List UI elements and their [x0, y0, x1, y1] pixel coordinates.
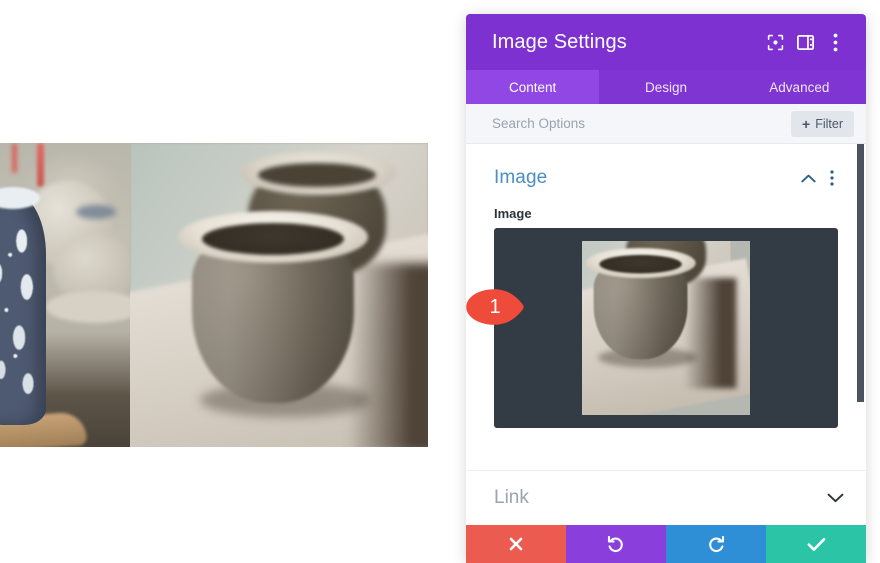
layout-view-icon[interactable]	[790, 27, 820, 57]
tab-advanced[interactable]: Advanced	[733, 70, 866, 104]
more-options-icon[interactable]	[820, 27, 850, 57]
section-title-image: Image	[494, 167, 548, 188]
screen: Image Settings Content Design Advanced S…	[0, 0, 880, 563]
panel-title: Image Settings	[492, 30, 627, 53]
filter-button-label: Filter	[815, 116, 843, 131]
panel-scrollbar[interactable]	[856, 144, 864, 470]
cancel-button[interactable]	[466, 525, 566, 563]
chevron-up-icon[interactable]	[796, 166, 820, 190]
section-title-link: Link	[494, 487, 529, 508]
search-bar: + Filter	[466, 104, 866, 144]
panel-action-bar	[466, 525, 866, 563]
section-image-header: Image	[466, 144, 866, 190]
options-scroll-area: Image Image 1	[466, 144, 866, 470]
search-input[interactable]	[492, 116, 792, 131]
callout-badge-label: 1	[489, 295, 501, 318]
panel-tabs: Content Design Advanced	[466, 70, 866, 104]
callout-badge-1: 1	[466, 288, 526, 326]
check-icon	[807, 537, 825, 551]
more-options-icon[interactable]	[820, 166, 844, 190]
save-button[interactable]	[766, 525, 866, 563]
image-upload-dropzone[interactable]: 1	[466, 228, 838, 428]
field-label-image: Image	[494, 206, 532, 221]
redo-icon	[709, 535, 725, 553]
panel-body: Image Image 1	[466, 144, 866, 470]
photo-clay-pots	[130, 143, 428, 447]
photo-detail	[258, 163, 376, 187]
image-settings-panel: Image Settings Content Design Advanced S…	[466, 14, 866, 563]
tab-content[interactable]: Content	[466, 70, 600, 104]
chevron-down-icon[interactable]	[827, 493, 844, 503]
fullscreen-icon[interactable]	[760, 27, 790, 57]
image-preview-thumbnail	[582, 241, 750, 415]
photo-detail	[37, 143, 44, 187]
panel-header: Image Settings	[466, 14, 866, 70]
canvas-photo-strip	[0, 143, 428, 447]
thumbnail-content	[582, 241, 750, 415]
photo-detail	[76, 205, 116, 219]
close-icon	[509, 537, 523, 551]
plus-icon: +	[802, 115, 811, 132]
undo-button[interactable]	[566, 525, 666, 563]
filter-button[interactable]: + Filter	[791, 110, 854, 137]
section-link-header[interactable]: Link	[466, 470, 866, 525]
photo-detail	[12, 143, 17, 173]
photo-detail	[348, 263, 428, 447]
photo-detail	[202, 223, 344, 255]
scrollbar-thumb[interactable]	[857, 144, 864, 402]
tab-design[interactable]: Design	[599, 70, 732, 104]
photo-patterned-vase	[0, 143, 130, 447]
photo-subject-vase	[0, 195, 46, 425]
undo-icon	[607, 535, 623, 553]
redo-button[interactable]	[666, 525, 766, 563]
